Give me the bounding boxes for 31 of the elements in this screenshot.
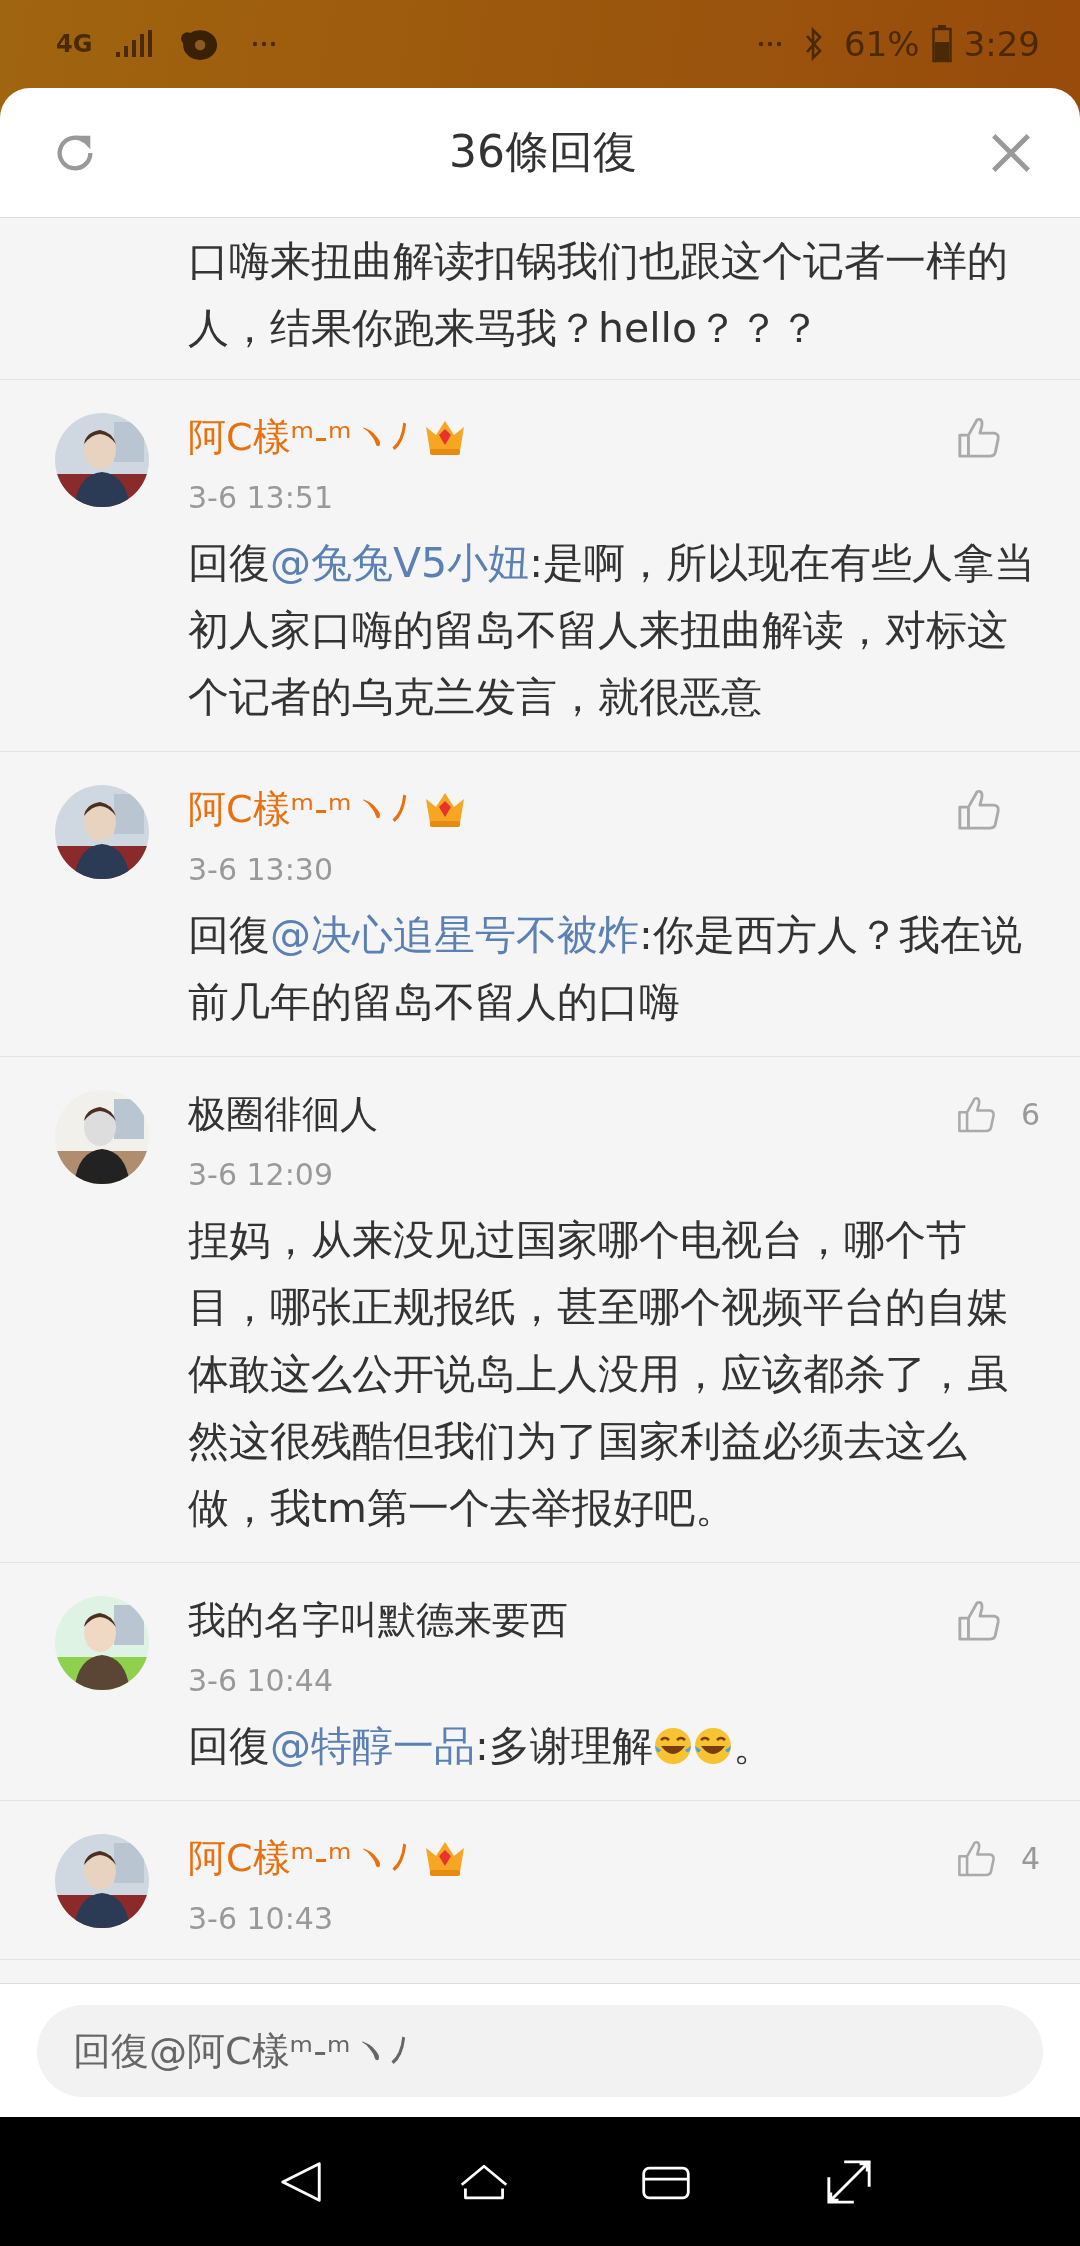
- comment-text: 回復@特醇一品:多谢理解 。: [188, 1721, 775, 1772]
- comment-text: 回復@兔兔V5小妞:是啊，所以现在有些人拿当初人家口嗨的留岛不留人来扭曲解读，对标这个记者的乌克兰发言，就很恶意: [188, 538, 1036, 723]
- signal-icon: [114, 30, 155, 58]
- more-icon: [252, 41, 277, 47]
- mention-link[interactable]: @特醇一品: [270, 1722, 475, 1770]
- comment-time: 3-6 13:51: [188, 479, 334, 517]
- mention-link[interactable]: @决心追星号不被炸: [270, 911, 639, 959]
- laughing-emoji-icon: [652, 1726, 693, 1766]
- network-type: 4G: [56, 30, 93, 58]
- comment-time: 3-6 10:44: [188, 1662, 334, 1700]
- laughing-emoji-icon: [692, 1726, 733, 1766]
- comment-time: 3-6 13:30: [188, 851, 334, 889]
- battery-icon: [931, 25, 952, 63]
- reply-field[interactable]: 回復@阿C樣ᵐ-ᵐヽﾉ: [37, 2004, 1043, 2097]
- clock: 3:29: [963, 24, 1040, 64]
- comment-text: 回復@决心追星号不被炸:你是西方人？我在说前几年的留岛不留人的口嗨: [188, 910, 1023, 1028]
- battery-percent: 61%: [844, 24, 920, 64]
- like-count: 6: [1020, 1096, 1040, 1132]
- comment-text: 口嗨来扭曲解读扣锅我们也跟这个记者一样的人，结果你跑来骂我？hello？？？: [188, 236, 1009, 354]
- username[interactable]: 我的名字叫默德来要西: [188, 1594, 568, 1646]
- username[interactable]: 极圈徘徊人: [188, 1088, 378, 1140]
- username[interactable]: 阿C樣ᵐ-ᵐヽﾉ: [188, 1832, 409, 1884]
- username[interactable]: 阿C樣ᵐ-ᵐヽﾉ: [188, 783, 409, 835]
- username[interactable]: 阿C樣ᵐ-ᵐヽﾉ: [188, 411, 409, 463]
- comment-time: 3-6 10:43: [188, 1900, 334, 1938]
- more-icon: [758, 41, 783, 47]
- mention-link[interactable]: @兔兔V5小妞: [270, 539, 530, 587]
- comment-time: 3-6 12:09: [188, 1156, 334, 1194]
- comment-text: 捏妈，从来没见过国家哪个电视台，哪个节目，哪张正规报纸，甚至哪个视频平台的自媒体敢这么公开说岛上人没用，应该都杀了，虽然这很残酷但我们为了国家利益必须去这么做，我tm第一个去举报好吧。: [188, 1215, 1009, 1534]
- header-title: 36條回復: [449, 125, 637, 179]
- like-count: 4: [1020, 1840, 1040, 1876]
